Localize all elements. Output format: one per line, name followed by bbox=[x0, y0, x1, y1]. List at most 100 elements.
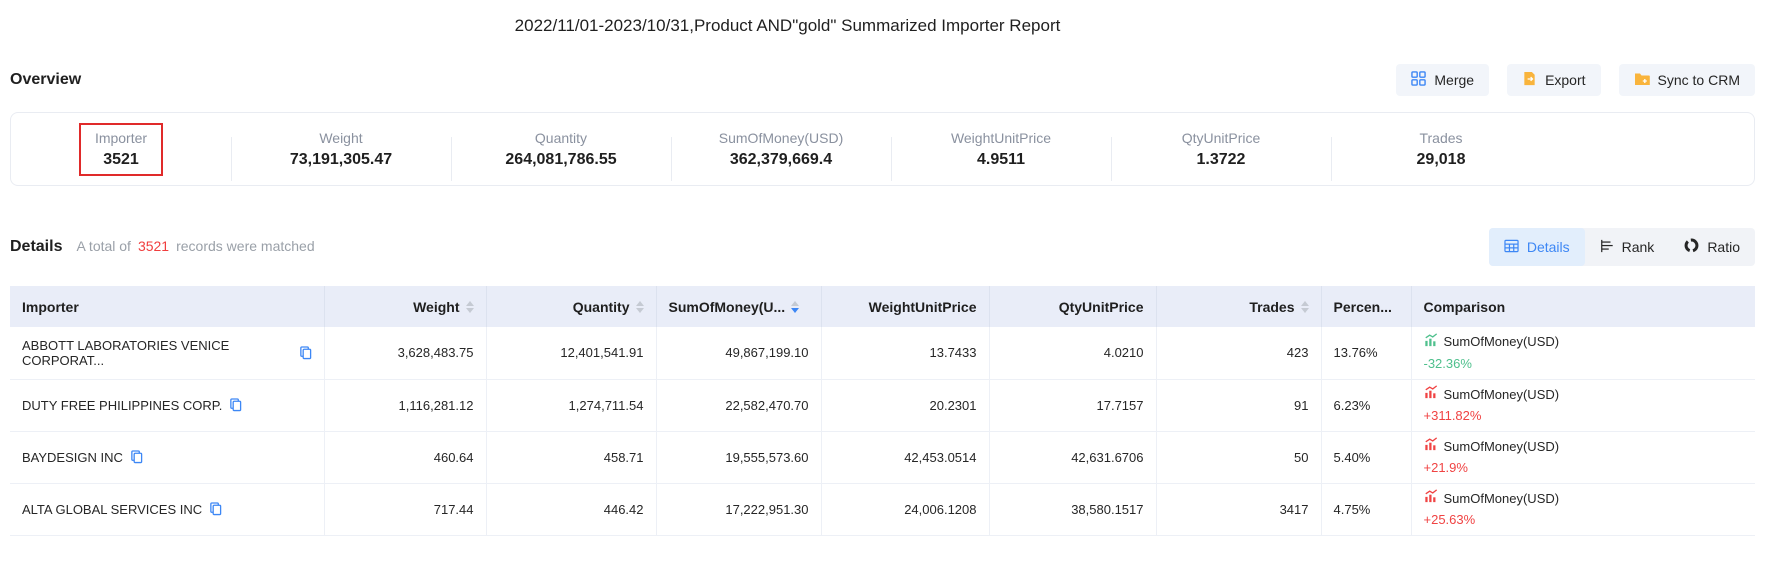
sync-to-crm-button-label: Sync to CRM bbox=[1658, 72, 1740, 88]
stat-label: Trades bbox=[1419, 128, 1462, 148]
quantity-cell: 1,274,711.54 bbox=[486, 379, 656, 431]
weight-unit-price-cell: 20.2301 bbox=[821, 379, 989, 431]
comparison-cell: SumOfMoney(USD) +25.63% bbox=[1411, 483, 1755, 535]
table-row: ABBOTT LABORATORIES VENICE CORPORAT... 3… bbox=[10, 327, 1755, 379]
tab-details-label: Details bbox=[1527, 239, 1570, 255]
importer-name: ABBOTT LABORATORIES VENICE CORPORAT... bbox=[22, 338, 292, 368]
view-tab-group: Details Rank Ratio bbox=[1489, 228, 1755, 266]
column-header-qty-unit-price: QtyUnitPrice bbox=[989, 286, 1156, 327]
table-row: ALTA GLOBAL SERVICES INC 717.44 446.42 1… bbox=[10, 483, 1755, 535]
qty-unit-price-cell: 4.0210 bbox=[989, 327, 1156, 379]
stat-importer: Importer 3521 bbox=[11, 123, 231, 176]
merge-icon bbox=[1411, 71, 1426, 89]
trades-cell: 3417 bbox=[1156, 483, 1321, 535]
column-header-quantity[interactable]: Quantity bbox=[486, 286, 656, 327]
column-header-comparison: Comparison bbox=[1411, 286, 1755, 327]
weight-unit-price-cell: 42,453.0514 bbox=[821, 431, 989, 483]
comparison-change: +311.82% bbox=[1424, 407, 1744, 425]
details-heading: Details bbox=[10, 238, 62, 256]
page-title: 2022/11/01-2023/10/31,Product AND"gold" … bbox=[10, 0, 1565, 36]
copy-icon[interactable] bbox=[130, 450, 143, 464]
weight-unit-price-cell: 13.7433 bbox=[821, 327, 989, 379]
column-header-percent: Percen... bbox=[1321, 286, 1411, 327]
stat-label: Quantity bbox=[535, 128, 587, 148]
stat-weight-unit-price: WeightUnitPrice 4.9511 bbox=[891, 123, 1111, 176]
quantity-cell: 12,401,541.91 bbox=[486, 327, 656, 379]
weight-cell: 460.64 bbox=[324, 431, 486, 483]
stat-label: WeightUnitPrice bbox=[951, 128, 1051, 148]
details-section-bar: Details A total of3521records were match… bbox=[10, 228, 1755, 266]
column-header-weight[interactable]: Weight bbox=[324, 286, 486, 327]
records-summary: A total of3521records were matched bbox=[76, 238, 314, 254]
trades-cell: 423 bbox=[1156, 327, 1321, 379]
overview-section-bar: Overview Merge Export Sync to CRM bbox=[10, 64, 1755, 96]
stat-value: 1.3722 bbox=[1197, 149, 1246, 171]
importer-highlight-box: Importer 3521 bbox=[79, 123, 163, 176]
table-row: BAYDESIGN INC 460.64 458.71 19,555,573.6… bbox=[10, 431, 1755, 483]
quantity-cell: 446.42 bbox=[486, 483, 656, 535]
importer-name: BAYDESIGN INC bbox=[22, 450, 123, 465]
importer-name: ALTA GLOBAL SERVICES INC bbox=[22, 502, 202, 517]
matched-count: 3521 bbox=[138, 238, 169, 254]
copy-icon[interactable] bbox=[209, 502, 222, 516]
sort-control-active-desc[interactable] bbox=[791, 301, 799, 313]
sum-of-money-cell: 19,555,573.60 bbox=[656, 431, 821, 483]
qty-unit-price-cell: 38,580.1517 bbox=[989, 483, 1156, 535]
weight-cell: 1,116,281.12 bbox=[324, 379, 486, 431]
sum-of-money-cell: 17,222,951.30 bbox=[656, 483, 821, 535]
column-header-trades[interactable]: Trades bbox=[1156, 286, 1321, 327]
summary-prefix: A total of bbox=[76, 238, 130, 254]
stat-value: 3521 bbox=[103, 149, 139, 171]
qty-unit-price-cell: 42,631.6706 bbox=[989, 431, 1156, 483]
comparison-change: -32.36% bbox=[1424, 355, 1744, 373]
weight-cell: 3,628,483.75 bbox=[324, 327, 486, 379]
trend-chart-icon bbox=[1424, 385, 1438, 404]
percent-cell: 6.23% bbox=[1321, 379, 1411, 431]
comparison-cell: SumOfMoney(USD) -32.36% bbox=[1411, 327, 1755, 379]
copy-icon[interactable] bbox=[299, 346, 312, 360]
percent-cell: 5.40% bbox=[1321, 431, 1411, 483]
tab-ratio-label: Ratio bbox=[1707, 239, 1740, 255]
column-header-sum-of-money[interactable]: SumOfMoney(U... bbox=[656, 286, 821, 327]
tab-rank[interactable]: Rank bbox=[1585, 228, 1670, 266]
trades-cell: 50 bbox=[1156, 431, 1321, 483]
rank-icon bbox=[1600, 239, 1614, 256]
stat-value: 73,191,305.47 bbox=[290, 149, 392, 171]
stat-trades: Trades 29,018 bbox=[1331, 123, 1551, 176]
weight-unit-price-cell: 24,006.1208 bbox=[821, 483, 989, 535]
tab-rank-label: Rank bbox=[1622, 239, 1655, 255]
sync-to-crm-button[interactable]: Sync to CRM bbox=[1619, 64, 1755, 96]
percent-cell: 13.76% bbox=[1321, 327, 1411, 379]
stat-label: QtyUnitPrice bbox=[1182, 128, 1261, 148]
report-page: 2022/11/01-2023/10/31,Product AND"gold" … bbox=[0, 0, 1765, 536]
weight-cell: 717.44 bbox=[324, 483, 486, 535]
export-button-label: Export bbox=[1545, 72, 1585, 88]
comparison-metric: SumOfMoney(USD) bbox=[1444, 490, 1560, 508]
tab-ratio[interactable]: Ratio bbox=[1669, 228, 1755, 266]
stat-label: SumOfMoney(USD) bbox=[719, 128, 843, 148]
export-button[interactable]: Export bbox=[1507, 64, 1600, 96]
stat-label: Weight bbox=[319, 128, 362, 148]
merge-button[interactable]: Merge bbox=[1396, 64, 1489, 96]
stat-qty-unit-price: QtyUnitPrice 1.3722 bbox=[1111, 123, 1331, 176]
sync-folder-icon bbox=[1634, 72, 1650, 89]
overview-stats-card: Importer 3521 Weight 73,191,305.47 Quant… bbox=[10, 112, 1755, 186]
comparison-metric: SumOfMoney(USD) bbox=[1444, 333, 1560, 351]
column-header-weight-unit-price: WeightUnitPrice bbox=[821, 286, 989, 327]
column-header-importer: Importer bbox=[10, 286, 324, 327]
trend-chart-icon bbox=[1424, 333, 1438, 352]
sort-control[interactable] bbox=[636, 301, 644, 313]
importer-name: DUTY FREE PHILIPPINES CORP. bbox=[22, 398, 222, 413]
comparison-cell: SumOfMoney(USD) +21.9% bbox=[1411, 431, 1755, 483]
sort-control[interactable] bbox=[1301, 301, 1309, 313]
comparison-change: +21.9% bbox=[1424, 459, 1744, 477]
tab-details[interactable]: Details bbox=[1489, 228, 1585, 266]
comparison-metric: SumOfMoney(USD) bbox=[1444, 386, 1560, 404]
stat-quantity: Quantity 264,081,786.55 bbox=[451, 123, 671, 176]
sort-control[interactable] bbox=[466, 301, 474, 313]
table-row: DUTY FREE PHILIPPINES CORP. 1,116,281.12… bbox=[10, 379, 1755, 431]
trades-cell: 91 bbox=[1156, 379, 1321, 431]
copy-icon[interactable] bbox=[229, 398, 242, 412]
stat-sum-of-money: SumOfMoney(USD) 362,379,669.4 bbox=[671, 123, 891, 176]
stat-weight: Weight 73,191,305.47 bbox=[231, 123, 451, 176]
